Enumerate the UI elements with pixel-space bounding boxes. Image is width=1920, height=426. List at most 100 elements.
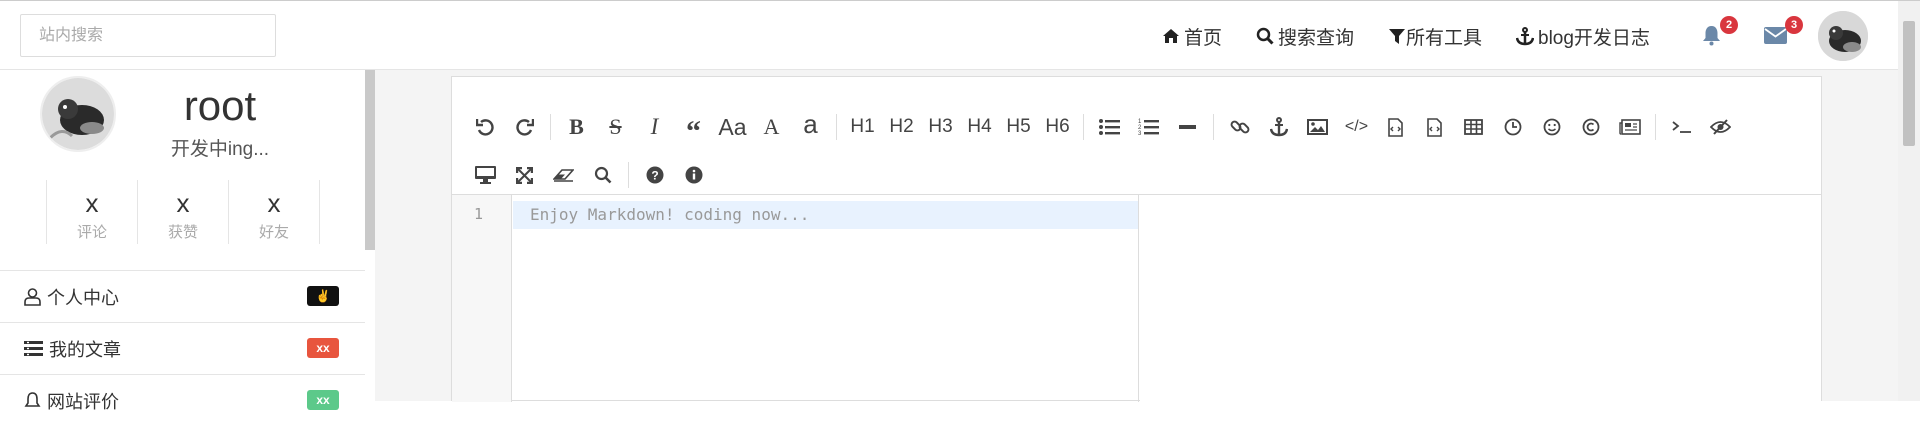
home-icon [1163, 29, 1179, 43]
image-button[interactable] [1298, 112, 1337, 142]
redo-button[interactable] [505, 112, 544, 142]
anchor-icon [1516, 26, 1534, 45]
stat-friends-value: x [267, 188, 281, 218]
avatar-image [1818, 11, 1868, 61]
sidebar-scrollbar[interactable] [365, 70, 375, 250]
watch-button[interactable] [466, 160, 505, 190]
stat-comments[interactable]: x 评论 [46, 180, 137, 244]
datetime-button[interactable] [1493, 112, 1532, 142]
redo-icon [516, 119, 534, 136]
undo-button[interactable] [466, 112, 505, 142]
toolbar-divider [1655, 114, 1656, 140]
strikethrough-button[interactable]: S [596, 112, 635, 142]
nav-tools-link[interactable]: 所有工具 [1389, 23, 1482, 49]
profile-stats: x 评论 x 获赞 x 好友 [46, 180, 320, 244]
sidebar-item-label: 个人中心 [47, 287, 119, 308]
anchor-icon [1269, 117, 1288, 137]
lowercase-button[interactable]: a [791, 109, 830, 142]
messages-count-badge: 3 [1785, 16, 1803, 34]
nav-home-link[interactable]: 首页 [1162, 23, 1222, 49]
link-button[interactable] [1220, 112, 1259, 142]
undo-icon [476, 119, 494, 136]
terminal-icon [1671, 121, 1691, 133]
file-code-icon [1427, 117, 1442, 137]
sidebar-item-tag: xx [307, 390, 339, 410]
link-icon [1230, 120, 1249, 134]
profile-avatar[interactable] [40, 76, 116, 152]
emoji-button[interactable] [1532, 112, 1571, 142]
info-button[interactable] [674, 160, 713, 190]
clear-button[interactable] [544, 160, 583, 190]
site-search-input[interactable]: 站内搜索 [20, 14, 276, 57]
search-icon [594, 166, 611, 184]
fullscreen-button[interactable] [505, 160, 544, 190]
svg-text:?: ? [651, 169, 658, 183]
sidebar-item-profile[interactable]: 个人中心 ✌ [0, 270, 365, 322]
heading-1-button[interactable]: H1 [843, 112, 882, 142]
sidebar-item-articles[interactable]: 我的文章 xx [0, 322, 365, 374]
heading-4-button[interactable]: H4 [960, 112, 999, 142]
uppercase-words-button[interactable]: Aa [713, 112, 752, 142]
preformatted-text-button[interactable] [1415, 112, 1454, 142]
nav-search-link[interactable]: 搜索查询 [1256, 23, 1354, 49]
user-icon [24, 287, 41, 306]
sidebar-item-tag: ✌ [307, 286, 339, 306]
quote-button[interactable]: “ [674, 112, 713, 148]
code-button[interactable]: </> [1337, 112, 1376, 142]
goto-line-button[interactable] [1662, 112, 1701, 142]
quote-icon: “ [686, 115, 701, 148]
search-icon [1256, 27, 1274, 45]
unordered-list-button[interactable] [1090, 112, 1129, 142]
editor-preview-pane [1140, 195, 1821, 402]
ordered-list-button[interactable]: 123 [1129, 112, 1168, 142]
notifications-button[interactable] [1701, 25, 1722, 51]
pagebreak-button[interactable] [1610, 112, 1649, 142]
heading-2-button[interactable]: H2 [882, 112, 921, 142]
page-scrollbar[interactable] [1898, 1, 1920, 401]
help-button[interactable]: ? [635, 160, 674, 190]
html-entities-button[interactable] [1571, 112, 1610, 142]
nav-search-label: 搜索查询 [1278, 27, 1355, 49]
italic-icon: I [650, 114, 659, 139]
heading-6-button[interactable]: H6 [1038, 112, 1077, 142]
stat-comments-value: x [85, 188, 99, 218]
messages-button[interactable] [1764, 27, 1787, 49]
horizontal-rule-button[interactable] [1168, 112, 1207, 142]
stat-likes-value: x [176, 188, 190, 218]
toolbar-divider [1213, 114, 1214, 140]
heading-3-button[interactable]: H3 [921, 112, 960, 142]
line-number-gutter: 1 [452, 195, 512, 402]
eraser-icon [553, 169, 574, 182]
page-scrollbar-thumb[interactable] [1903, 21, 1915, 146]
editor-code-pane[interactable]: 1 Enjoy Markdown! coding now... [452, 195, 1139, 402]
profile-username: root [183, 82, 257, 129]
code-block-button[interactable] [1376, 112, 1415, 142]
nav-tools-label: 所有工具 [1406, 27, 1483, 49]
sidebar-item-feedback[interactable]: 网站评价 xx [0, 374, 365, 426]
stat-likes[interactable]: x 获赞 [137, 180, 228, 244]
nav-devlog-label: blog开发日志 [1538, 27, 1650, 49]
sidebar-item-tag: xx [307, 338, 339, 358]
stat-friends[interactable]: x 好友 [228, 180, 320, 244]
eye-slash-icon [1710, 119, 1731, 135]
heading-label: H3 [928, 116, 953, 137]
nav-home-label: 首页 [1184, 27, 1223, 49]
table-icon [1464, 119, 1483, 135]
table-button[interactable] [1454, 112, 1493, 142]
avatar-image [42, 78, 114, 150]
bold-button[interactable]: B [557, 112, 596, 142]
user-avatar[interactable] [1818, 11, 1868, 61]
toggle-preview-button[interactable] [1701, 112, 1740, 142]
heading-label: H4 [967, 116, 992, 137]
newspaper-icon [1618, 119, 1641, 135]
italic-button[interactable]: I [635, 112, 674, 142]
toolbar-divider [628, 162, 629, 188]
desktop-icon [475, 166, 496, 184]
toolbar-row: B S I “ Aa A a H1 H2 H3 H4 H5 H6 123 </> [466, 103, 1821, 151]
smile-icon [1543, 118, 1560, 136]
nav-devlog-link[interactable]: blog开发日志 [1516, 23, 1650, 49]
uppercase-button[interactable]: A [752, 112, 791, 142]
search-button[interactable] [583, 160, 622, 190]
anchor-button[interactable] [1259, 112, 1298, 142]
heading-5-button[interactable]: H5 [999, 112, 1038, 142]
